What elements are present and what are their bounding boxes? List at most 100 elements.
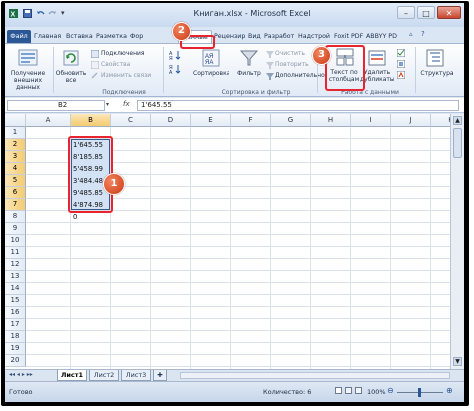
column-header[interactable]: C xyxy=(111,114,151,127)
what-if-icon[interactable] xyxy=(397,71,405,79)
sort-az-icon[interactable]: AЯ xyxy=(169,50,189,60)
tab-foxit-pdf[interactable]: Foxit PDF xyxy=(334,30,364,43)
sort-za-icon[interactable]: ЯA xyxy=(169,64,189,74)
row-header[interactable]: 12 xyxy=(5,259,26,271)
save-icon[interactable] xyxy=(23,9,32,18)
tab-abbyy-pdf[interactable]: ABBYY PD xyxy=(366,30,400,43)
column-header[interactable]: F xyxy=(231,114,271,127)
get-external-data-button[interactable]: Получение внешних данных xyxy=(5,70,51,91)
advanced-filter-icon xyxy=(266,73,274,80)
sheet-tab-1[interactable]: Лист1 xyxy=(57,370,87,381)
sort-dialog-icon[interactable]: AЯЯA xyxy=(201,48,221,68)
redo-icon[interactable] xyxy=(48,9,57,18)
row-header[interactable]: 20 xyxy=(5,355,26,367)
row-header[interactable]: 8 xyxy=(5,211,26,223)
page-break-view-icon[interactable] xyxy=(355,387,362,394)
name-box-dropdown-icon[interactable]: ▾ xyxy=(106,101,109,108)
page-layout-view-icon[interactable] xyxy=(345,387,352,394)
row-header[interactable]: 3 xyxy=(5,151,26,163)
row-header[interactable]: 5 xyxy=(5,175,26,187)
vertical-scrollbar[interactable]: ▲ ▼ xyxy=(450,114,464,369)
minimize-button[interactable]: – xyxy=(397,6,415,19)
filter-button[interactable]: Фильтр xyxy=(233,70,265,77)
connections-icon xyxy=(91,50,99,58)
refresh-all-button[interactable]: Обновить все xyxy=(55,70,87,84)
row-header[interactable]: 6 xyxy=(5,187,26,199)
horizontal-scrollbar[interactable] xyxy=(180,372,450,379)
zoom-level[interactable]: 100% xyxy=(367,388,386,396)
sheet-tab-2[interactable]: Лист2 xyxy=(89,370,119,381)
zoom-out-icon[interactable]: ⊖ xyxy=(387,386,394,395)
zoom-in-icon[interactable]: ⊕ xyxy=(446,386,453,395)
edit-links-button[interactable]: Изменить связи xyxy=(101,72,151,79)
select-all-corner[interactable] xyxy=(5,114,26,127)
properties-button[interactable]: Свойства xyxy=(101,61,130,68)
worksheet-grid[interactable]: ABCDEFGHIJK12345678910111213141516171819… xyxy=(5,114,450,369)
row-header[interactable]: 9 xyxy=(5,223,26,235)
column-header[interactable]: B xyxy=(71,114,111,127)
clear-button[interactable]: Очистить xyxy=(275,50,305,57)
column-header[interactable]: K xyxy=(431,114,450,127)
customize-qat-icon[interactable]: ▾ xyxy=(61,9,65,17)
maximize-button[interactable]: □ xyxy=(417,6,435,19)
sheet-tab-3[interactable]: Лист3 xyxy=(121,370,151,381)
row-header[interactable]: 10 xyxy=(5,235,26,247)
column-header[interactable]: H xyxy=(311,114,351,127)
row-header[interactable]: 14 xyxy=(5,283,26,295)
outline-button[interactable]: Структура xyxy=(417,70,457,77)
row-header[interactable]: 13 xyxy=(5,271,26,283)
tab-view[interactable]: Вид xyxy=(248,30,262,43)
column-header[interactable]: D xyxy=(151,114,191,127)
tab-addins[interactable]: Надстрой xyxy=(298,30,332,43)
filter-icon[interactable] xyxy=(239,48,259,68)
column-header[interactable]: E xyxy=(191,114,231,127)
row-header[interactable]: 15 xyxy=(5,295,26,307)
insert-function-icon[interactable]: fx xyxy=(123,100,130,108)
row-header[interactable]: 4 xyxy=(5,163,26,175)
tab-review[interactable]: Рецензир xyxy=(214,30,246,43)
consolidate-icon[interactable] xyxy=(397,60,405,68)
column-header[interactable]: G xyxy=(271,114,311,127)
refresh-icon[interactable] xyxy=(61,48,81,68)
scroll-thumb[interactable] xyxy=(453,128,462,158)
row-header[interactable]: 17 xyxy=(5,319,26,331)
formula-input[interactable]: 1'645.55 xyxy=(137,100,459,111)
scroll-down-icon[interactable]: ▼ xyxy=(453,357,462,366)
insert-sheet-icon[interactable]: ✚ xyxy=(153,370,167,381)
normal-view-icon[interactable] xyxy=(335,387,342,394)
tab-file[interactable]: Файл xyxy=(7,30,31,43)
validation-icon[interactable] xyxy=(397,49,405,57)
row-header[interactable]: 11 xyxy=(5,247,26,259)
tab-insert[interactable]: Вставка xyxy=(66,30,94,43)
sort-button[interactable]: Сортировка xyxy=(193,70,229,77)
column-header[interactable]: J xyxy=(391,114,431,127)
row-header[interactable]: 2 xyxy=(5,139,26,151)
tab-page-layout[interactable]: Разметка xyxy=(96,30,128,43)
reapply-button[interactable]: Повторить xyxy=(275,61,309,68)
close-button[interactable]: ✕ xyxy=(437,6,461,19)
callout-badge-2: 2 xyxy=(172,22,191,41)
row-header[interactable]: 7 xyxy=(5,199,26,211)
zoom-slider-thumb[interactable] xyxy=(418,388,421,397)
tab-home[interactable]: Главная xyxy=(34,30,64,43)
external-data-icon[interactable] xyxy=(17,48,39,68)
remove-duplicates-icon[interactable] xyxy=(367,48,387,68)
minimize-ribbon-icon[interactable]: ▵ xyxy=(409,30,413,38)
sheet-nav-icons[interactable]: ◂◂ ◂ ▸ ▸▸ xyxy=(9,371,33,378)
row-header[interactable]: 19 xyxy=(5,343,26,355)
column-header[interactable]: I xyxy=(351,114,391,127)
scroll-up-icon[interactable]: ▲ xyxy=(453,116,462,125)
name-box[interactable]: B2 xyxy=(7,100,105,111)
undo-icon[interactable] xyxy=(36,9,45,18)
row-header[interactable]: 18 xyxy=(5,331,26,343)
tab-formulas[interactable]: Фор xyxy=(130,30,147,43)
outline-icon[interactable] xyxy=(425,48,445,68)
tab-developer[interactable]: Разработ xyxy=(264,30,296,43)
remove-duplicates-button[interactable]: Удалить дубликаты xyxy=(360,69,394,83)
row-header[interactable]: 1 xyxy=(5,127,26,139)
connections-button[interactable]: Подключения xyxy=(101,50,145,57)
help-icon[interactable]: ? xyxy=(421,30,425,38)
column-header[interactable]: A xyxy=(26,114,71,127)
properties-icon xyxy=(91,61,99,69)
row-header[interactable]: 16 xyxy=(5,307,26,319)
